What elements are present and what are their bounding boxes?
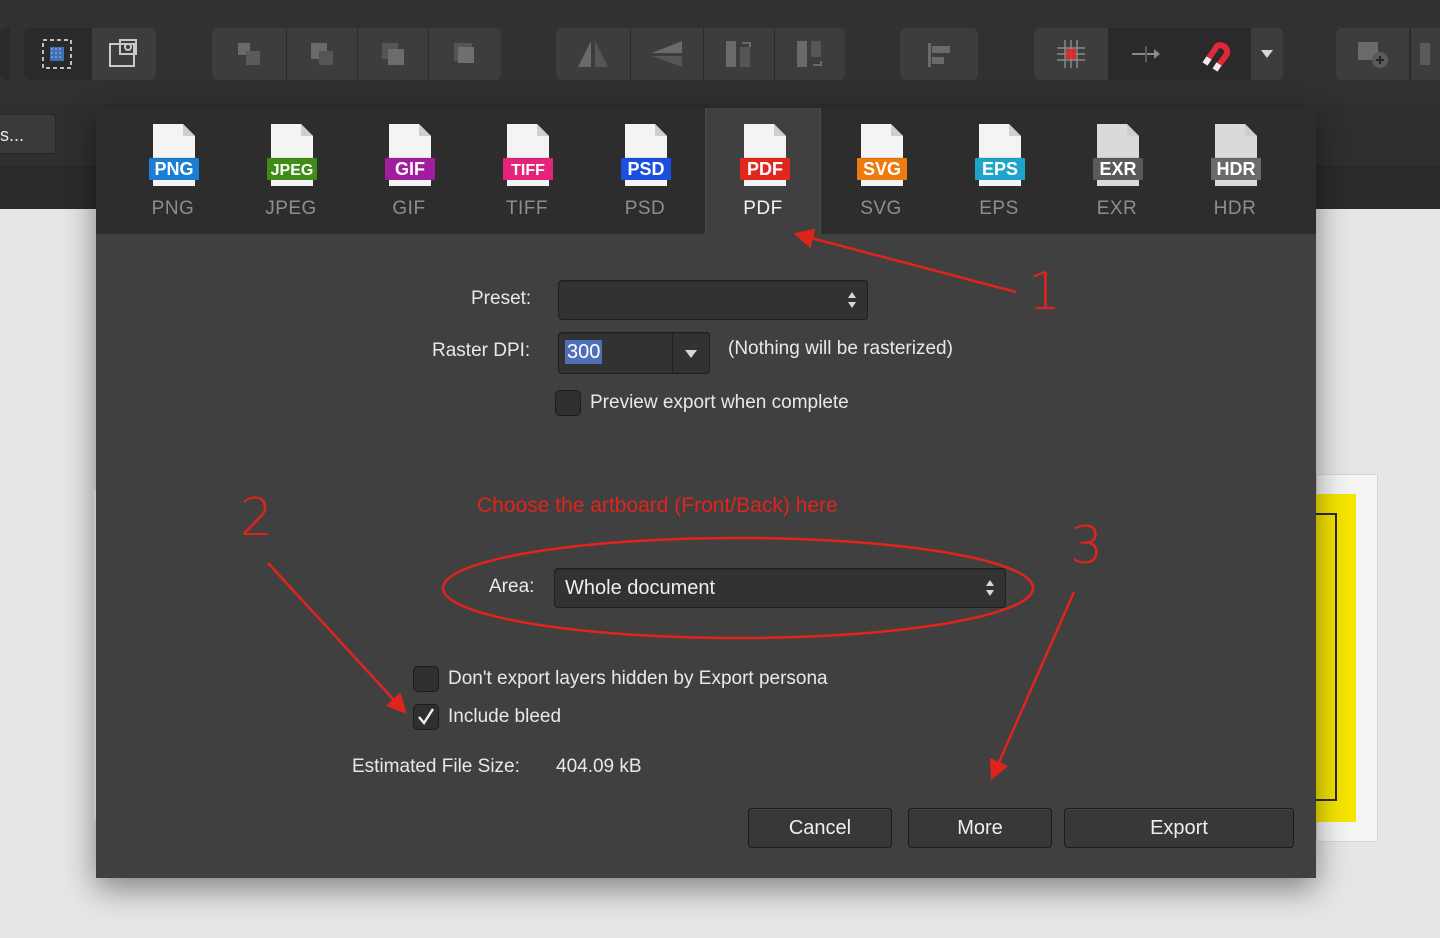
annotation-marker-3: 3 [1070,516,1104,576]
add-artboard-icon[interactable] [1336,28,1410,80]
format-tab-exr[interactable]: EXR EXR [1059,108,1175,234]
area-label: Area: [489,576,535,597]
format-tab-label: EXR [1096,198,1138,219]
marquee-select-icon[interactable] [24,28,92,80]
main-toolbar [0,0,1440,105]
toolbar-group-selection [0,28,156,80]
format-badge-text: EPS [982,159,1018,179]
tiff-file-icon: TIFF [503,124,553,186]
rotate-left-icon[interactable] [704,28,775,80]
chevron-down-icon [685,350,697,358]
toolbar-group-transform [556,28,845,80]
format-badge-text: TIFF [511,162,545,179]
eps-file-icon: EPS [975,124,1025,186]
hidden-layers-checkbox[interactable] [413,666,439,692]
psd-file-icon: PSD [621,124,671,186]
format-badge-text: HDR [1217,159,1256,179]
exr-file-icon: EXR [1093,124,1143,186]
rotate-right-icon[interactable] [775,28,845,80]
snap-move-icon[interactable] [1109,28,1180,80]
format-tab-gif[interactable]: GIF GIF [351,108,467,234]
export-dialog: PNG PNG JPEG JPEG GIF GIF TIFF TIFF PSD PSD PDF PDF… [96,108,1316,878]
format-tab-png[interactable]: PNG PNG [115,108,231,234]
format-tab-label: SVG [860,198,902,219]
pdf-file-icon: PDF [740,124,790,186]
preset-label: Preset: [471,288,532,309]
format-tab-svg[interactable]: SVG SVG [823,108,939,234]
format-tab-eps[interactable]: EPS EPS [941,108,1057,234]
include-bleed-label: Include bleed [448,706,562,727]
checkmark-icon [418,708,435,726]
raster-dpi-dropdown[interactable] [672,333,709,373]
format-tab-hdr[interactable]: HDR HDR [1177,108,1293,234]
format-badge-text: SVG [863,159,901,179]
format-tab-label: TIFF [505,198,549,219]
preset-select[interactable] [558,280,868,320]
format-tab-label: GIF [392,198,426,219]
format-badge-text: PDF [747,159,783,179]
format-tab-label: JPEG [265,198,317,219]
toolbar-group-artboard [1336,28,1440,80]
format-tab-label: PDF [743,198,783,219]
format-tab-label: PNG [151,198,195,219]
format-badge-text: PSD [627,159,664,179]
format-tab-label: HDR [1213,198,1257,219]
context-menu-button[interactable]: s... [0,114,56,154]
dropdown-arrow-icon[interactable] [1251,28,1283,80]
toolbar-group-arrange [212,28,501,80]
area-value: Whole document [565,577,716,599]
hidden-layers-label: Don't export layers hidden by Export per… [448,668,828,689]
format-badge-text: GIF [395,159,425,179]
toolbar-overflow[interactable] [1409,28,1440,80]
format-tab-label: PSD [624,198,666,219]
file-size-label: Estimated File Size: [352,756,520,777]
arrange-forward-icon[interactable] [358,28,429,80]
cancel-button[interactable]: Cancel [748,808,892,848]
raster-note: (Nothing will be rasterized) [728,338,953,359]
arrange-backward-icon[interactable] [287,28,358,80]
svg-file-icon: SVG [857,124,907,186]
flip-horizontal-icon[interactable] [556,28,631,80]
flip-vertical-icon[interactable] [631,28,704,80]
document-artboard-frame [1316,513,1337,801]
transform-icon[interactable] [91,28,156,80]
annotation-area-note: Choose the artboard (Front/Back) here [477,494,838,517]
raster-dpi-value[interactable]: 300 [565,340,603,364]
arrange-front-icon[interactable] [429,28,501,80]
toolbar-edge [0,28,11,80]
toolbar-group-align [900,28,978,80]
raster-dpi-combobox[interactable]: 300 [558,332,710,374]
preview-export-label: Preview export when complete [590,392,849,413]
format-badge-text: JPEG [271,162,314,179]
stepper-icon [986,580,994,596]
format-tab-psd[interactable]: PSD PSD [587,108,703,234]
raster-dpi-label: Raster DPI: [432,340,531,361]
annotation-marker-2: 2 [240,488,274,548]
format-tab-pdf[interactable]: PDF PDF [705,108,821,234]
gif-file-icon: GIF [385,124,435,186]
toolbar-group-snapping [1034,28,1283,80]
format-badge-text: EXR [1099,159,1136,179]
hdr-file-icon: HDR [1211,124,1261,186]
annotation-marker-1: 1 [1028,262,1062,322]
preview-export-checkbox[interactable] [555,390,581,416]
format-tab-jpeg[interactable]: JPEG JPEG [233,108,349,234]
area-select[interactable]: Whole document [554,568,1006,608]
format-selector: PNG PNG JPEG JPEG GIF GIF TIFF TIFF PSD PSD PDF PDF… [96,108,1316,234]
jpeg-file-icon: JPEG [267,124,317,186]
png-file-icon: PNG [149,124,199,186]
arrange-back-icon[interactable] [212,28,287,80]
format-badge-text: PNG [154,159,193,179]
stepper-icon [848,292,856,308]
snap-grid-icon[interactable] [1034,28,1109,80]
include-bleed-checkbox[interactable] [413,704,439,730]
align-icon[interactable] [900,28,978,80]
more-button[interactable]: More [908,808,1052,848]
export-button[interactable]: Export [1064,808,1294,848]
file-size-value: 404.09 kB [556,756,642,777]
snapping-magnet-icon[interactable] [1180,28,1251,80]
format-tab-tiff[interactable]: TIFF TIFF [469,108,585,234]
format-tab-label: EPS [979,198,1019,219]
